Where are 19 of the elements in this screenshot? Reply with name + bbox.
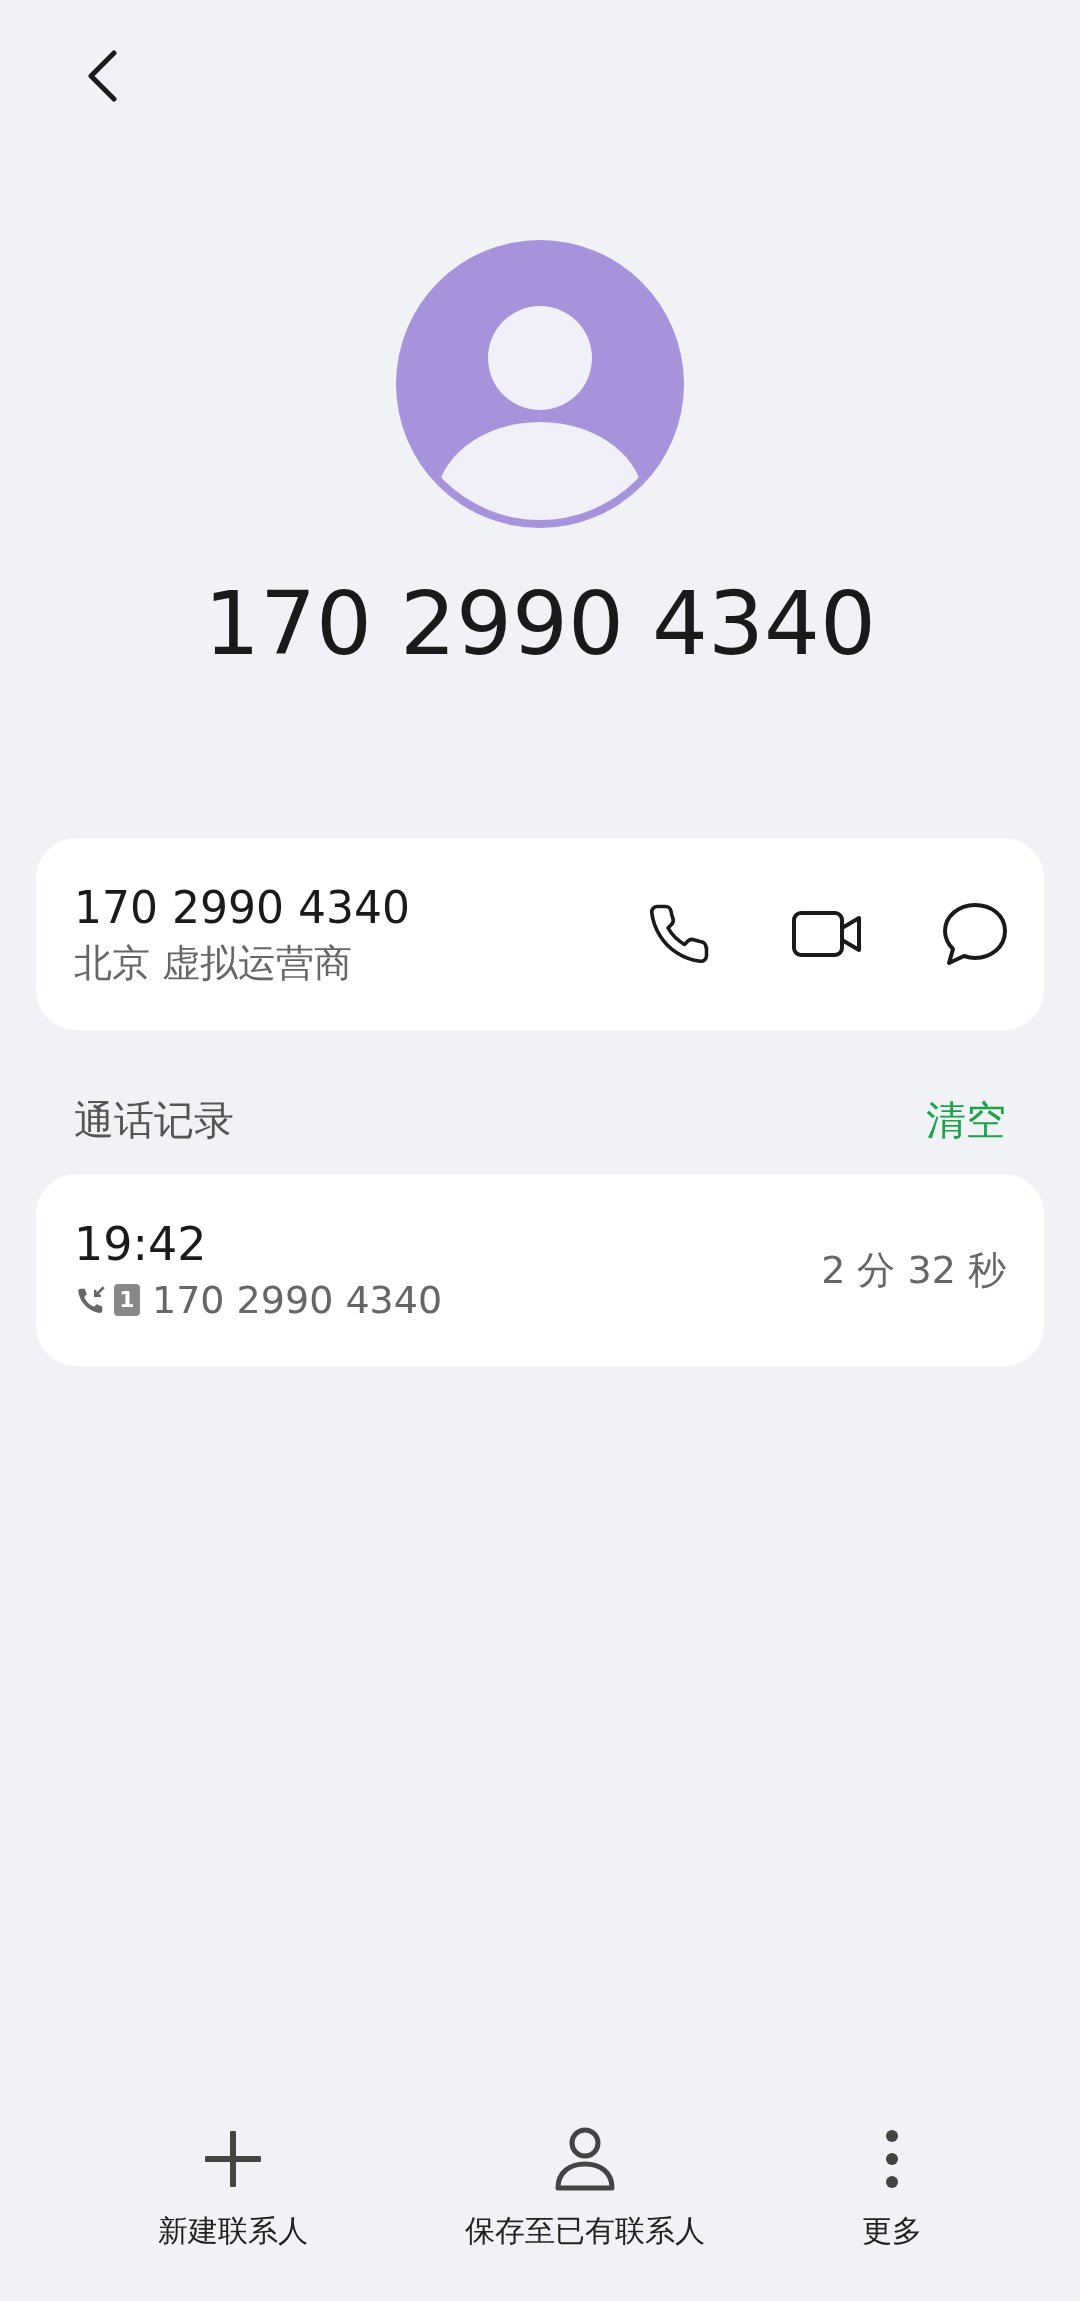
- back-icon[interactable]: [86, 50, 118, 102]
- card-phone-number: 170 2990 4340: [74, 886, 411, 930]
- video-call-icon[interactable]: [792, 909, 862, 959]
- bottom-action-button[interactable]: 更多: [861, 2124, 922, 2253]
- bottom-action-button[interactable]: 保存至已有联系人: [465, 2124, 705, 2253]
- call-log-heading: 通话记录: [74, 1096, 234, 1145]
- message-icon[interactable]: [942, 902, 1008, 966]
- call-log-entry[interactable]: 19:42 1 170 2990 4340 2 分 32 秒: [36, 1174, 1044, 1366]
- call-duration: 2 分 32 秒: [821, 1246, 1006, 1294]
- avatar-icon: [396, 240, 684, 528]
- plus-icon: [205, 2131, 262, 2187]
- bottom-action-button[interactable]: 新建联系人: [158, 2124, 309, 2253]
- phone-number-title: 170 2990 4340: [203, 580, 877, 668]
- sim-badge: 1: [114, 1284, 140, 1316]
- location-carrier: 北京 虚拟运营商: [74, 944, 354, 982]
- call-time: 19:42: [74, 1221, 208, 1267]
- more-icon: [884, 2129, 899, 2189]
- person-icon: [554, 2126, 616, 2192]
- call-number: 170 2990 4340: [152, 1281, 443, 1319]
